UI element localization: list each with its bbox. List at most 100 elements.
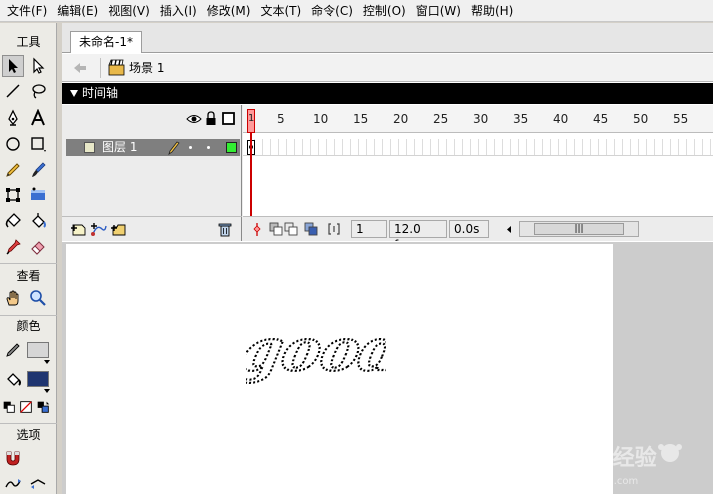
lock-icon[interactable]	[205, 111, 217, 126]
scene-divider	[100, 58, 101, 78]
tools-divider	[0, 423, 57, 424]
text-a-icon	[31, 109, 45, 126]
add-motion-guide-icon[interactable]	[90, 222, 108, 237]
trash-icon[interactable]	[218, 222, 232, 237]
timeline-status-bar: 1 12.0 fps 0.0s |||	[243, 216, 713, 241]
eraser-tool[interactable]	[27, 236, 49, 258]
outline-square-icon[interactable]	[222, 112, 235, 125]
menu-view[interactable]: 视图(V)	[103, 0, 155, 22]
scene-bar: 场景 1	[62, 54, 713, 82]
frames-panel[interactable]: 1 5 10 15 20 25 30 35 40 45 50 55 1 12.0…	[243, 105, 713, 241]
fill-transform-tool[interactable]	[27, 184, 49, 206]
line-tool[interactable]	[2, 80, 24, 102]
timeline-header[interactable]: 时间轴	[62, 83, 713, 104]
document-area: 未命名-1* 场景 1 时间轴 图层 1 1 5 10 15 20 25 30 …	[62, 23, 713, 494]
tools-panel: 工具 查看 颜色 选项	[0, 23, 57, 494]
frame-number: 15	[353, 112, 369, 126]
tools-divider	[0, 315, 57, 316]
view-section-title: 查看	[16, 269, 41, 283]
frame-rate-field[interactable]: 12.0 fps	[389, 220, 447, 241]
stroke-color-swatch[interactable]	[27, 342, 49, 358]
collapse-triangle-icon[interactable]	[70, 90, 78, 97]
eyedropper-tool[interactable]	[2, 236, 24, 258]
pencil-icon	[168, 141, 180, 155]
layer-outline-color[interactable]	[226, 142, 237, 153]
menu-control[interactable]: 控制(O)	[358, 0, 411, 22]
pen-icon	[8, 109, 18, 126]
menu-file[interactable]: 文件(F)	[2, 0, 52, 22]
menu-commands[interactable]: 命令(C)	[306, 0, 358, 22]
frame-row[interactable]	[243, 139, 713, 156]
zoom-tool[interactable]	[27, 287, 49, 309]
scene-label[interactable]: 场景 1	[129, 54, 164, 82]
stroke-pencil-icon	[6, 343, 20, 357]
tools-divider	[0, 263, 57, 264]
paint-bucket-tool[interactable]	[27, 210, 49, 232]
frame-number: 45	[593, 112, 609, 126]
stage[interactable]: good	[66, 244, 613, 494]
layer-panel: 图层 1	[62, 105, 242, 241]
brush-icon	[32, 162, 46, 177]
hand-tool[interactable]	[2, 287, 24, 309]
menu-edit[interactable]: 编辑(E)	[52, 0, 103, 22]
frame-ruler[interactable]: 1 5 10 15 20 25 30 35 40 45 50 55	[243, 105, 713, 133]
straighten-button[interactable]	[27, 473, 49, 494]
brush-tool[interactable]	[27, 159, 49, 181]
line-icon	[6, 84, 20, 98]
lasso-tool[interactable]	[27, 80, 49, 102]
scrollbar-thumb[interactable]: |||	[534, 223, 624, 235]
scroll-left-icon[interactable]	[505, 225, 513, 234]
ink-bottle-tool[interactable]	[2, 210, 24, 232]
text-tool[interactable]	[27, 107, 49, 129]
document-tab[interactable]: 未命名-1*	[70, 31, 142, 53]
fill-bucket-icon	[7, 373, 21, 386]
menu-bar: 文件(F) 编辑(E) 视图(V) 插入(I) 修改(M) 文本(T) 命令(C…	[0, 0, 713, 22]
baidu-watermark: Baidu经验 jingyan.baidu.com	[542, 444, 682, 487]
menu-insert[interactable]: 插入(I)	[155, 0, 202, 22]
free-transform-tool[interactable]	[2, 184, 24, 206]
insert-folder-icon[interactable]	[110, 222, 128, 237]
document-tab-bar: 未命名-1*	[62, 23, 713, 53]
edit-multiple-frames-icon[interactable]	[304, 222, 318, 236]
pencil-tool[interactable]	[2, 159, 24, 181]
menu-modify[interactable]: 修改(M)	[202, 0, 256, 22]
layer-row[interactable]: 图层 1	[66, 139, 240, 156]
pen-tool[interactable]	[2, 107, 24, 129]
subselection-tool[interactable]	[27, 55, 49, 77]
onion-skin-icon[interactable]	[269, 222, 283, 236]
magnet-icon	[6, 451, 20, 466]
swap-colors-button[interactable]	[35, 396, 51, 418]
smooth-button[interactable]	[2, 473, 24, 494]
layer-name[interactable]: 图层 1	[102, 139, 137, 156]
rectangle-tool[interactable]	[27, 133, 49, 155]
pencil-icon	[6, 163, 20, 177]
fill-color-label	[2, 368, 24, 390]
paint-bucket-icon	[32, 213, 46, 228]
oval-tool[interactable]	[2, 133, 24, 155]
visibility-dot[interactable]	[189, 146, 192, 149]
frame-number: 50	[633, 112, 649, 126]
onion-skin-outlines-icon[interactable]	[284, 222, 298, 236]
default-colors-button[interactable]	[1, 396, 17, 418]
fill-color-swatch[interactable]	[27, 371, 49, 387]
center-frame-icon[interactable]	[251, 222, 263, 237]
menu-help[interactable]: 帮助(H)	[466, 0, 518, 22]
back-arrow-icon[interactable]	[72, 60, 88, 76]
oval-icon	[6, 137, 20, 151]
modify-onion-markers-icon[interactable]	[327, 222, 341, 236]
stroke-color-label	[2, 339, 24, 361]
menu-window[interactable]: 窗口(W)	[411, 0, 466, 22]
transform-icon	[6, 188, 20, 202]
snap-to-objects-button[interactable]	[2, 447, 24, 469]
horizontal-scrollbar[interactable]: |||	[519, 221, 639, 237]
stage-text-good[interactable]: good	[246, 304, 386, 394]
timeline-body: 图层 1 1 5 10 15 20 25 30 35 40 45 50 55 1…	[62, 105, 713, 241]
eye-icon[interactable]	[186, 113, 202, 125]
lock-dot[interactable]	[207, 146, 210, 149]
insert-layer-icon[interactable]	[70, 222, 88, 237]
no-color-icon	[20, 401, 32, 413]
menu-text[interactable]: 文本(T)	[255, 0, 306, 22]
no-color-button[interactable]	[18, 396, 34, 418]
selection-tool[interactable]	[2, 55, 24, 77]
lasso-icon	[32, 84, 46, 99]
